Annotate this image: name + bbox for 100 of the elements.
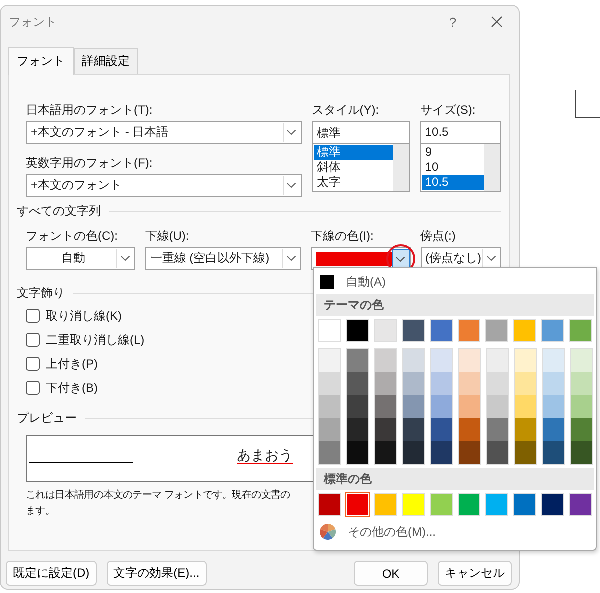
color-swatch[interactable]	[318, 319, 341, 342]
color-swatch[interactable]	[543, 418, 564, 441]
field-label: 下線の色(I):	[311, 228, 375, 244]
font-combo[interactable]: +本文のフォント	[26, 174, 302, 197]
color-swatch[interactable]	[430, 493, 453, 516]
color-swatch[interactable]	[319, 372, 340, 395]
color-swatch[interactable]	[485, 319, 508, 342]
dialog-button[interactable]: キャンセル	[438, 561, 512, 586]
list-item[interactable]: 太字	[314, 175, 394, 190]
color-swatch[interactable]	[541, 493, 564, 516]
checkbox[interactable]	[26, 309, 40, 323]
color-swatch[interactable]	[319, 349, 340, 372]
menu-item[interactable]: 自動(A)	[316, 270, 594, 294]
color-swatch[interactable]	[374, 493, 397, 516]
color-swatch[interactable]	[319, 395, 340, 418]
color-swatch[interactable]	[431, 441, 452, 464]
underline-combo[interactable]: 一重線 (空白以外下線)	[145, 247, 302, 270]
tab[interactable]: フォント	[8, 47, 74, 75]
section-title: 文字飾り	[17, 285, 65, 302]
color-swatch[interactable]	[569, 319, 592, 342]
text-field[interactable]: 10.5	[420, 121, 501, 144]
color-swatch[interactable]	[375, 441, 396, 464]
scrollbar	[393, 144, 410, 191]
color-swatch[interactable]	[515, 349, 536, 372]
font-color-combo[interactable]: 自動	[26, 247, 136, 270]
color-swatch[interactable]	[543, 372, 564, 395]
color-swatch[interactable]	[403, 418, 424, 441]
color-swatch[interactable]	[487, 395, 508, 418]
color-swatch[interactable]	[485, 493, 508, 516]
color-swatch[interactable]	[403, 441, 424, 464]
color-swatch[interactable]	[459, 395, 480, 418]
color-swatch[interactable]	[375, 349, 396, 372]
dialog-button[interactable]: OK	[354, 561, 428, 586]
color-swatch[interactable]	[402, 493, 425, 516]
color-swatch[interactable]	[487, 441, 508, 464]
color-swatch[interactable]	[346, 319, 369, 342]
color-swatch[interactable]	[459, 349, 480, 372]
color-swatch[interactable]	[431, 395, 452, 418]
color-swatch[interactable]	[515, 441, 536, 464]
color-swatch[interactable]	[430, 319, 453, 342]
color-swatch[interactable]	[375, 418, 396, 441]
color-swatch[interactable]	[347, 372, 368, 395]
color-swatch[interactable]	[319, 441, 340, 464]
color-swatch[interactable]	[571, 441, 592, 464]
color-swatch[interactable]	[347, 395, 368, 418]
section-title: プレビュー	[17, 410, 77, 427]
font-combo[interactable]: +本文のフォント - 日本語	[26, 121, 302, 144]
list-item[interactable]: 10	[422, 160, 484, 175]
color-swatch[interactable]	[487, 418, 508, 441]
color-swatch[interactable]	[431, 418, 452, 441]
dialog-button[interactable]: 既定に設定(D)	[6, 561, 97, 586]
color-swatch[interactable]	[515, 418, 536, 441]
color-swatch[interactable]	[403, 395, 424, 418]
color-swatch[interactable]	[459, 441, 480, 464]
color-swatch[interactable]	[347, 418, 368, 441]
color-swatch[interactable]	[571, 418, 592, 441]
dialog-button[interactable]: 文字の効果(E)...	[106, 561, 207, 586]
checkbox[interactable]	[26, 357, 40, 371]
list-item[interactable]: 斜体	[314, 160, 394, 175]
color-swatch[interactable]	[543, 395, 564, 418]
color-swatch[interactable]	[571, 349, 592, 372]
color-swatch[interactable]	[459, 372, 480, 395]
text-field[interactable]: 標準	[312, 121, 410, 144]
color-swatch[interactable]	[374, 319, 397, 342]
color-swatch[interactable]	[347, 349, 368, 372]
color-swatch[interactable]	[375, 372, 396, 395]
color-swatch[interactable]	[459, 418, 480, 441]
color-swatch[interactable]	[543, 441, 564, 464]
list-item[interactable]: 10.5	[422, 175, 484, 190]
color-swatch[interactable]	[571, 395, 592, 418]
color-swatch[interactable]	[543, 349, 564, 372]
list-item[interactable]: 9	[422, 145, 484, 160]
color-swatch[interactable]	[318, 493, 341, 516]
color-swatch[interactable]	[375, 395, 396, 418]
help-button[interactable]: ?	[431, 7, 475, 37]
color-swatch[interactable]	[431, 349, 452, 372]
color-swatch[interactable]	[487, 349, 508, 372]
checkbox[interactable]	[26, 333, 40, 347]
color-swatch[interactable]	[515, 395, 536, 418]
color-swatch[interactable]	[431, 372, 452, 395]
color-swatch[interactable]	[402, 319, 425, 342]
color-swatch[interactable]	[458, 319, 480, 342]
color-swatch[interactable]	[569, 493, 592, 516]
color-swatch[interactable]	[515, 372, 536, 395]
list-item[interactable]: 標準	[314, 145, 394, 160]
color-swatch[interactable]	[513, 319, 536, 342]
color-swatch[interactable]	[347, 441, 368, 464]
section-title: すべての文字列	[17, 203, 101, 220]
color-swatch[interactable]	[403, 349, 424, 372]
color-swatch[interactable]	[541, 319, 564, 342]
checkbox-label: 上付き(P)	[46, 356, 98, 372]
color-swatch[interactable]	[513, 493, 536, 516]
tab[interactable]: 詳細設定	[74, 48, 138, 74]
color-swatch[interactable]	[403, 372, 424, 395]
color-swatch[interactable]	[487, 372, 508, 395]
menu-item[interactable]: その他の色(M)...	[316, 519, 594, 545]
color-swatch[interactable]	[458, 493, 480, 516]
color-swatch[interactable]	[319, 418, 340, 441]
color-swatch[interactable]	[571, 372, 592, 395]
checkbox[interactable]	[26, 381, 40, 395]
